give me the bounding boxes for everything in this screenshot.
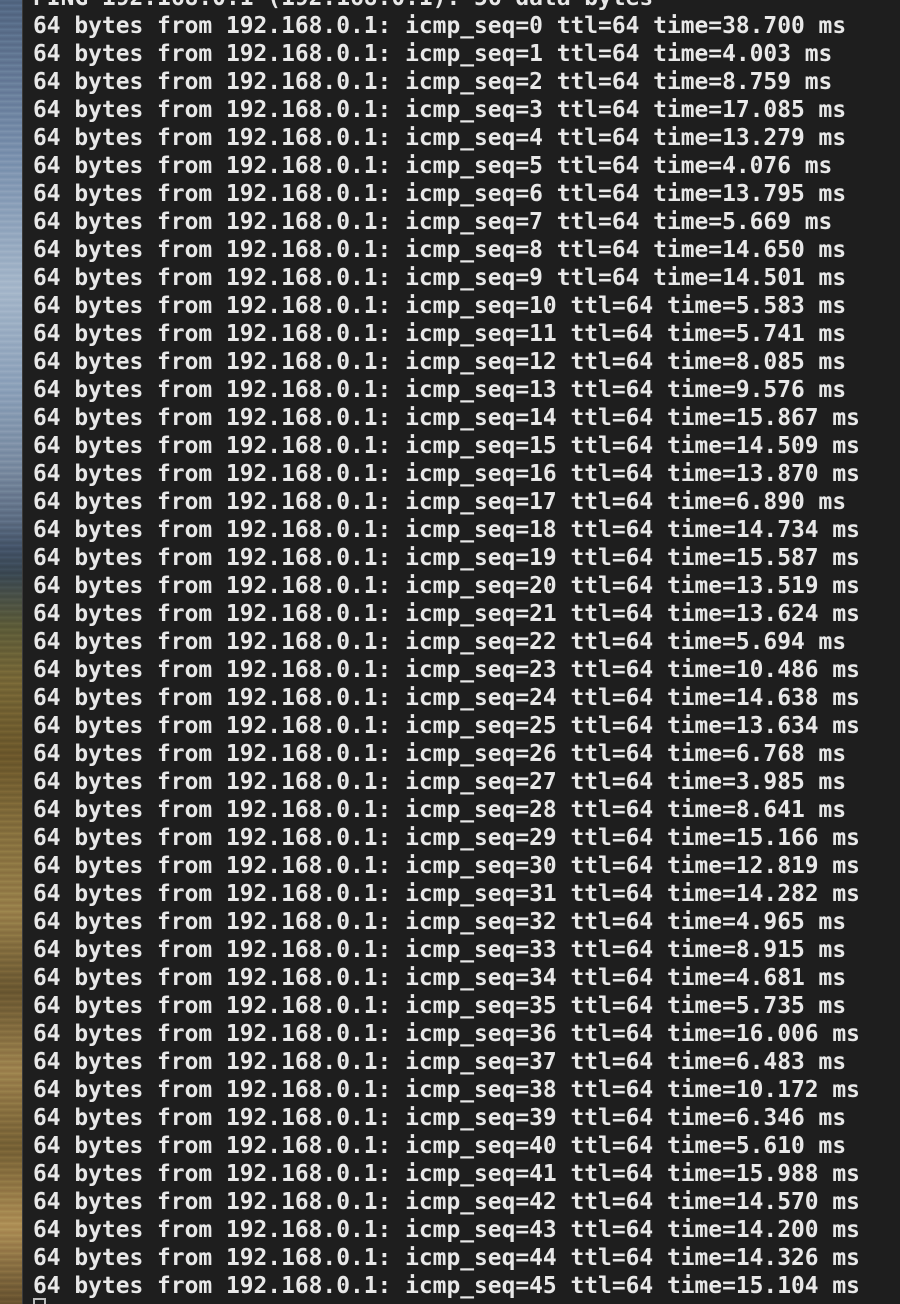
ping-reply-line: 64 bytes from 192.168.0.1: icmp_seq=27 t…	[33, 769, 847, 795]
ping-reply-line: 64 bytes from 192.168.0.1: icmp_seq=5 tt…	[33, 153, 833, 179]
ping-reply-line: 64 bytes from 192.168.0.1: icmp_seq=11 t…	[33, 321, 847, 347]
desktop-wallpaper-strip	[0, 0, 22, 1304]
ping-reply-line: 64 bytes from 192.168.0.1: icmp_seq=10 t…	[33, 293, 847, 319]
ping-reply-line: 64 bytes from 192.168.0.1: icmp_seq=42 t…	[33, 1189, 860, 1215]
ping-reply-line: 64 bytes from 192.168.0.1: icmp_seq=37 t…	[33, 1049, 847, 1075]
ping-reply-line: 64 bytes from 192.168.0.1: icmp_seq=23 t…	[33, 657, 860, 683]
ping-reply-line: 64 bytes from 192.168.0.1: icmp_seq=3 tt…	[33, 97, 847, 123]
ping-reply-line: 64 bytes from 192.168.0.1: icmp_seq=19 t…	[33, 545, 860, 571]
ping-reply-line: 64 bytes from 192.168.0.1: icmp_seq=12 t…	[33, 349, 847, 375]
ping-reply-line: 64 bytes from 192.168.0.1: icmp_seq=28 t…	[33, 797, 847, 823]
ping-reply-line: 64 bytes from 192.168.0.1: icmp_seq=26 t…	[33, 741, 847, 767]
ping-reply-line: 64 bytes from 192.168.0.1: icmp_seq=21 t…	[33, 601, 860, 627]
ping-reply-line: 64 bytes from 192.168.0.1: icmp_seq=1 tt…	[33, 41, 833, 67]
ping-reply-line: 64 bytes from 192.168.0.1: icmp_seq=13 t…	[33, 377, 847, 403]
ping-reply-line: 64 bytes from 192.168.0.1: icmp_seq=43 t…	[33, 1217, 860, 1243]
ping-reply-line: 64 bytes from 192.168.0.1: icmp_seq=40 t…	[33, 1133, 847, 1159]
ping-reply-line: 64 bytes from 192.168.0.1: icmp_seq=0 tt…	[33, 13, 847, 39]
ping-reply-line: 64 bytes from 192.168.0.1: icmp_seq=34 t…	[33, 965, 847, 991]
ping-reply-line: 64 bytes from 192.168.0.1: icmp_seq=31 t…	[33, 881, 860, 907]
terminal-output: PING 192.168.0.1 (192.168.0.1): 56 data …	[33, 0, 860, 1300]
terminal-window[interactable]: PING 192.168.0.1 (192.168.0.1): 56 data …	[22, 0, 900, 1304]
ping-reply-line: 64 bytes from 192.168.0.1: icmp_seq=32 t…	[33, 909, 847, 935]
ping-reply-line: 64 bytes from 192.168.0.1: icmp_seq=20 t…	[33, 573, 860, 599]
ping-reply-line: 64 bytes from 192.168.0.1: icmp_seq=4 tt…	[33, 125, 847, 151]
ping-reply-line: 64 bytes from 192.168.0.1: icmp_seq=15 t…	[33, 433, 860, 459]
ping-reply-line: 64 bytes from 192.168.0.1: icmp_seq=36 t…	[33, 1021, 860, 1047]
ping-reply-line: 64 bytes from 192.168.0.1: icmp_seq=29 t…	[33, 825, 860, 851]
ping-reply-line: 64 bytes from 192.168.0.1: icmp_seq=6 tt…	[33, 181, 847, 207]
ping-reply-line: 64 bytes from 192.168.0.1: icmp_seq=39 t…	[33, 1105, 847, 1131]
ping-reply-line: 64 bytes from 192.168.0.1: icmp_seq=41 t…	[33, 1161, 860, 1187]
ping-header-line: PING 192.168.0.1 (192.168.0.1): 56 data …	[33, 0, 860, 12]
terminal-cursor	[33, 1298, 46, 1304]
ping-reply-line: 64 bytes from 192.168.0.1: icmp_seq=45 t…	[33, 1273, 860, 1299]
ping-reply-line: 64 bytes from 192.168.0.1: icmp_seq=9 tt…	[33, 265, 847, 291]
ping-reply-line: 64 bytes from 192.168.0.1: icmp_seq=35 t…	[33, 993, 847, 1019]
ping-reply-line: 64 bytes from 192.168.0.1: icmp_seq=30 t…	[33, 853, 860, 879]
ping-reply-line: 64 bytes from 192.168.0.1: icmp_seq=18 t…	[33, 517, 860, 543]
ping-reply-line: 64 bytes from 192.168.0.1: icmp_seq=24 t…	[33, 685, 860, 711]
ping-reply-line: 64 bytes from 192.168.0.1: icmp_seq=38 t…	[33, 1077, 860, 1103]
ping-reply-line: 64 bytes from 192.168.0.1: icmp_seq=17 t…	[33, 489, 847, 515]
ping-reply-line: 64 bytes from 192.168.0.1: icmp_seq=25 t…	[33, 713, 860, 739]
ping-reply-line: 64 bytes from 192.168.0.1: icmp_seq=33 t…	[33, 937, 847, 963]
ping-reply-line: 64 bytes from 192.168.0.1: icmp_seq=44 t…	[33, 1245, 860, 1271]
ping-reply-line: 64 bytes from 192.168.0.1: icmp_seq=16 t…	[33, 461, 860, 487]
ping-reply-line: 64 bytes from 192.168.0.1: icmp_seq=7 tt…	[33, 209, 833, 235]
ping-reply-line: 64 bytes from 192.168.0.1: icmp_seq=2 tt…	[33, 69, 833, 95]
ping-reply-line: 64 bytes from 192.168.0.1: icmp_seq=8 tt…	[33, 237, 847, 263]
ping-reply-line: 64 bytes from 192.168.0.1: icmp_seq=22 t…	[33, 629, 847, 655]
ping-reply-line: 64 bytes from 192.168.0.1: icmp_seq=14 t…	[33, 405, 860, 431]
